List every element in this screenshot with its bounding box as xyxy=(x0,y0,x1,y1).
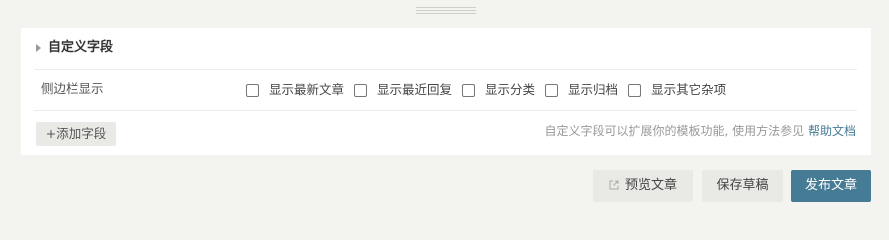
preview-button[interactable]: 预览文章 xyxy=(593,170,693,202)
divider xyxy=(34,69,857,70)
option-latest-posts[interactable]: 显示最新文章 xyxy=(246,81,344,99)
checkbox[interactable] xyxy=(628,83,642,97)
custom-fields-title: 自定义字段 xyxy=(48,40,114,55)
option-label: 显示最近回复 xyxy=(377,82,453,97)
divider xyxy=(34,110,857,111)
preview-label: 预览文章 xyxy=(624,178,677,193)
help-docs-link[interactable]: 帮助文档 xyxy=(808,124,856,138)
external-link-icon xyxy=(609,180,619,190)
publish-button[interactable]: 发布文章 xyxy=(791,170,871,202)
editor-footer: 自定义字段 侧边栏显示 显示最新文章 显示最近回复 显示分类 显示归档 显示其它… xyxy=(0,0,889,220)
hint-text: 自定义字段可以扩展你的模板功能, 使用方法参见 xyxy=(544,124,805,138)
collapse-triangle-icon[interactable] xyxy=(36,44,41,52)
custom-fields-header[interactable]: 自定义字段 xyxy=(21,28,871,69)
custom-fields-panel: 自定义字段 侧边栏显示 显示最新文章 显示最近回复 显示分类 显示归档 显示其它… xyxy=(21,28,871,155)
add-field-button[interactable]: +添加字段 xyxy=(36,122,116,146)
option-label: 显示其它杂项 xyxy=(651,82,727,97)
checkbox[interactable] xyxy=(246,83,259,97)
resize-handle[interactable] xyxy=(416,7,476,15)
option-label: 显示最新文章 xyxy=(269,82,345,97)
option-categories[interactable]: 显示分类 xyxy=(462,81,535,99)
option-misc[interactable]: 显示其它杂项 xyxy=(628,81,726,99)
option-label: 显示分类 xyxy=(485,82,536,97)
checkbox[interactable] xyxy=(462,83,476,97)
save-draft-button[interactable]: 保存草稿 xyxy=(702,170,783,202)
sidebar-display-label: 侧边栏显示 xyxy=(41,81,104,96)
option-archives[interactable]: 显示归档 xyxy=(545,81,618,99)
option-recent-replies[interactable]: 显示最近回复 xyxy=(354,81,452,99)
sidebar-options: 显示最新文章 显示最近回复 显示分类 显示归档 显示其它杂项 xyxy=(246,81,736,99)
custom-fields-hint: 自定义字段可以扩展你的模板功能, 使用方法参见 帮助文档 xyxy=(545,122,856,140)
checkbox[interactable] xyxy=(354,83,368,97)
option-label: 显示归档 xyxy=(568,82,619,97)
checkbox[interactable] xyxy=(545,83,559,97)
